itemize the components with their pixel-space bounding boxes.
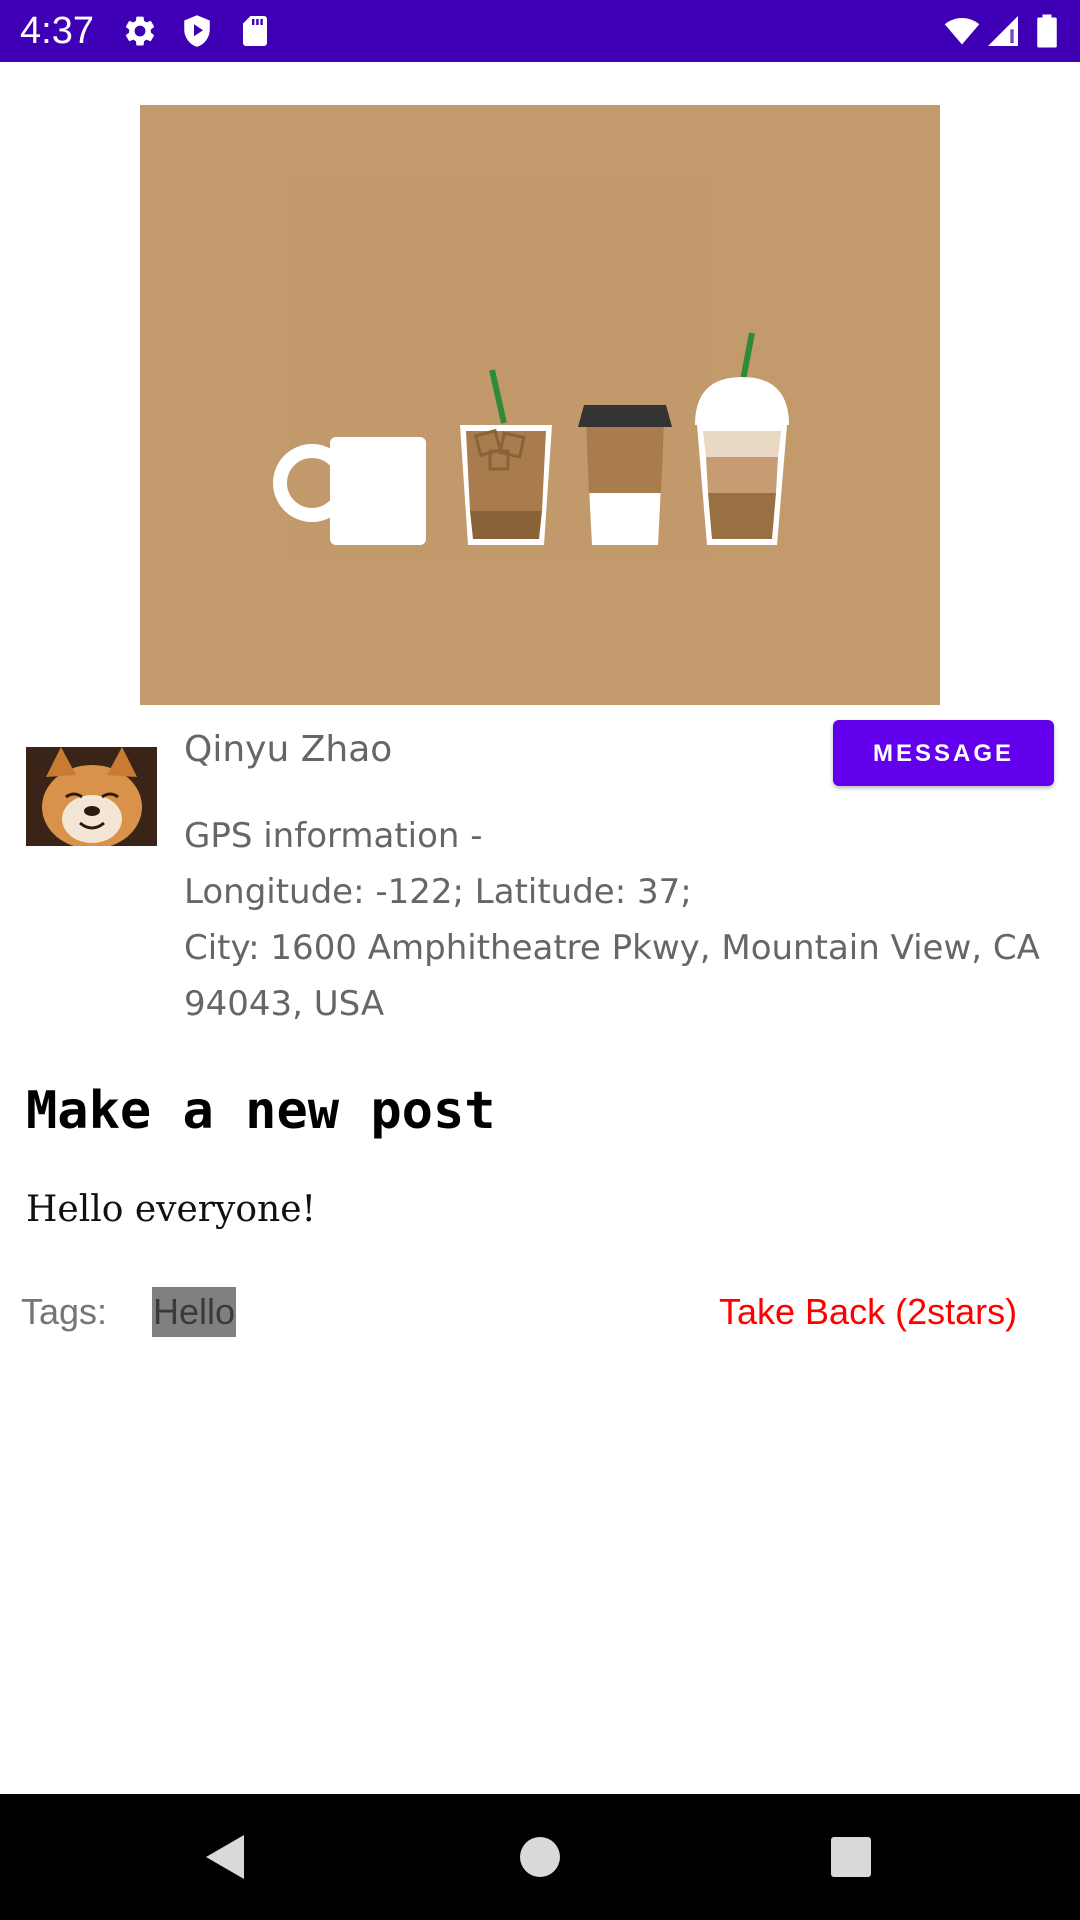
gps-city: City: 1600 Amphitheatre Pkwy, Mountain V… (184, 928, 1040, 968)
status-bar: 4:37 (0, 0, 1080, 62)
back-icon[interactable] (196, 1827, 256, 1887)
tag-chip[interactable]: Hello (152, 1287, 237, 1337)
gps-header: GPS information - (184, 816, 483, 856)
page-title: Make a new post (26, 1081, 496, 1141)
status-time: 4:37 (20, 10, 94, 52)
wifi-icon (944, 13, 980, 49)
recents-icon[interactable] (821, 1827, 881, 1887)
tags-label: Tags: (21, 1291, 108, 1332)
gps-information: GPS information - Longitude: -122; Latit… (184, 808, 1044, 1032)
cell-signal-icon (985, 13, 1021, 49)
play-protect-icon (179, 13, 215, 49)
message-button[interactable]: MESSAGE (833, 720, 1054, 786)
shiba-dog-avatar (26, 747, 157, 846)
sd-card-icon (237, 13, 273, 49)
battery-icon (1034, 13, 1060, 49)
navigation-bar (0, 1794, 1080, 1920)
take-back-link[interactable]: Take Back (2stars) (719, 1290, 1017, 1334)
gps-zip-country: 94043, USA (184, 984, 385, 1024)
post-body: Hello everyone! (26, 1189, 316, 1230)
author-name: Qinyu Zhao (184, 729, 393, 770)
gps-coordinates: Longitude: -122; Latitude: 37; (184, 872, 692, 912)
home-icon[interactable] (510, 1827, 570, 1887)
settings-gear-icon (122, 13, 158, 49)
coffee-cups-illustration (140, 105, 940, 705)
